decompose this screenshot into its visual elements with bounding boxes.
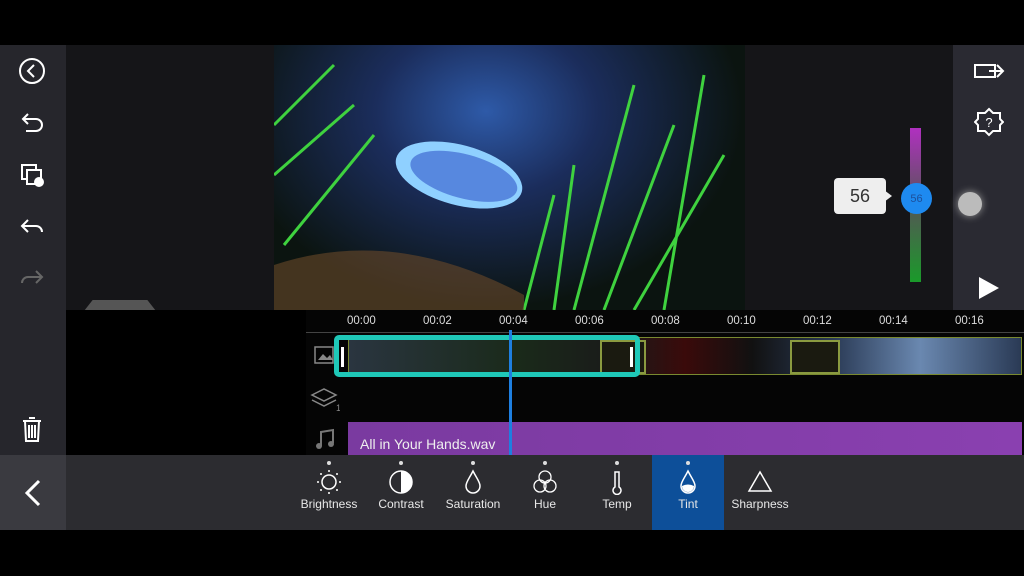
svg-text:1: 1 <box>336 403 340 412</box>
back-circle-button[interactable] <box>16 55 48 87</box>
reset-slider-button[interactable] <box>958 192 982 216</box>
rgb-icon <box>533 470 557 493</box>
tint-drop-icon <box>680 469 696 494</box>
time-tick: 00:08 <box>651 315 680 327</box>
back-button[interactable] <box>0 455 66 530</box>
undo-button[interactable] <box>16 107 48 139</box>
time-tick: 00:10 <box>727 315 756 327</box>
selected-clip[interactable] <box>334 335 640 377</box>
time-tick: 00:02 <box>423 315 452 327</box>
drop-icon <box>465 469 481 494</box>
tool-tint[interactable]: Tint <box>652 455 724 530</box>
slider-value-tooltip: 56 <box>834 178 886 214</box>
tool-temp[interactable]: Temp <box>581 455 653 530</box>
tool-sharpness[interactable]: Sharpness <box>724 455 796 530</box>
time-tick: 00:04 <box>499 315 528 327</box>
music-track-icon <box>314 428 336 455</box>
svg-text:?: ? <box>985 115 992 130</box>
left-sidebar <box>0 45 66 455</box>
tool-hue[interactable]: Hue <box>509 455 581 530</box>
layers-icon: 1 <box>310 386 341 417</box>
trim-handle-left[interactable] <box>341 347 344 367</box>
video-track-icon <box>314 346 334 369</box>
track-headers <box>66 310 306 455</box>
video-preview[interactable] <box>274 45 745 310</box>
audio-clip[interactable]: All in Your Hands.wav <box>348 422 1022 455</box>
tool-contrast[interactable]: Contrast <box>365 455 437 530</box>
video-frame <box>274 63 726 310</box>
trash-icon[interactable] <box>16 413 48 445</box>
tool-saturation[interactable]: Saturation <box>437 455 509 530</box>
adjust-toolbar: Brightness Contrast Saturation Hue Temp … <box>0 455 1024 530</box>
play-button[interactable] <box>977 275 1001 306</box>
time-tick: 00:14 <box>879 315 908 327</box>
copy-icon[interactable] <box>16 159 48 191</box>
settings-help-icon[interactable]: ? <box>973 107 1005 142</box>
export-icon[interactable] <box>973 59 1005 88</box>
tool-brightness[interactable]: Brightness <box>293 455 365 530</box>
transition-icon[interactable] <box>790 340 840 374</box>
tint-slider-knob[interactable]: 56 <box>901 183 932 214</box>
triangle-icon <box>747 470 773 492</box>
timeline[interactable]: 00:00 00:02 00:04 00:06 00:08 00:10 00:1… <box>66 310 1024 455</box>
thermometer-icon <box>612 471 622 495</box>
sun-icon <box>317 470 341 494</box>
contrast-icon <box>389 470 413 494</box>
time-tick: 00:12 <box>803 315 832 327</box>
tooltip-arrow <box>884 190 892 202</box>
time-tick: 00:00 <box>347 315 376 327</box>
undo-arrow-button[interactable] <box>16 210 48 242</box>
audio-clip-name: All in Your Hands.wav <box>360 436 496 452</box>
time-tick: 00:16 <box>955 315 984 327</box>
playhead[interactable] <box>509 330 512 455</box>
trim-handle-right[interactable] <box>630 347 633 367</box>
time-tick: 00:06 <box>575 315 604 327</box>
redo-arrow-button[interactable] <box>16 261 48 293</box>
